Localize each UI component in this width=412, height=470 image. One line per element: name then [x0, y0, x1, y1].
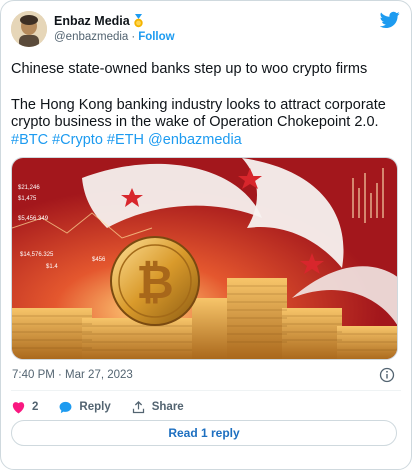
tweet-headline: Chinese state-owned banks step up to woo… — [11, 61, 368, 77]
hong-kong-flag-bitcoin-image: $21,246 $1,475 $5,456.349 $14,576.325 $1… — [12, 158, 397, 359]
separator: · — [131, 31, 136, 43]
author-name[interactable]: Enbaz Media — [54, 14, 130, 28]
tweet-timestamp[interactable]: 7:40 PM · Mar 27, 2023 — [12, 369, 133, 381]
share-label: Share — [151, 401, 184, 413]
hashtag-crypto[interactable]: #Crypto — [52, 132, 103, 148]
tweet-description: The Hong Kong banking industry looks to … — [11, 97, 403, 150]
price-label-6: $456 — [92, 257, 106, 263]
twitter-bird-icon[interactable] — [380, 11, 400, 29]
read-replies-button[interactable]: Read 1 reply — [11, 420, 397, 446]
reply-label: Reply — [79, 401, 111, 413]
like-button[interactable]: 2 — [11, 400, 38, 415]
price-label-2: $1,475 — [18, 196, 37, 202]
tweet-body: Chinese state-owned banks step up to woo… — [11, 61, 403, 149]
tweet-image[interactable]: $21,246 $1,475 $5,456.349 $14,576.325 $1… — [11, 157, 398, 360]
follow-button[interactable]: Follow — [138, 31, 174, 43]
medal-icon — [134, 14, 143, 28]
mention-enbazmedia[interactable]: @enbazmedia — [148, 132, 242, 148]
tweet-description-text: The Hong Kong banking industry looks to … — [11, 96, 386, 131]
reply-button[interactable]: Reply — [58, 400, 111, 415]
price-label-1: $21,246 — [18, 185, 40, 191]
action-bar: 2 Reply Share — [11, 397, 204, 417]
price-label-3: $5,456.349 — [18, 216, 49, 222]
tweet-card: Enbaz Media @enbazmedia · Follow Chinese s… — [0, 0, 412, 470]
bitcoin-coin: ₿ — [110, 236, 200, 326]
author-handle[interactable]: @enbazmedia — [54, 31, 128, 43]
author-handle-row: @enbazmedia · Follow — [54, 31, 175, 43]
reply-bubble-icon — [59, 401, 72, 413]
divider — [11, 390, 401, 391]
hashtag-eth[interactable]: #ETH — [107, 132, 144, 148]
price-label-5: $1.4 — [46, 264, 58, 270]
avatar-image — [11, 11, 47, 47]
svg-text:₿: ₿ — [136, 255, 174, 309]
info-icon[interactable] — [379, 367, 395, 383]
like-count: 2 — [32, 401, 39, 413]
hashtag-btc[interactable]: #BTC — [11, 132, 48, 148]
tweet-header: Enbaz Media @enbazmedia · Follow — [11, 11, 401, 53]
share-icon — [132, 400, 144, 413]
price-label-4: $14,576.325 — [20, 252, 54, 258]
avatar[interactable] — [11, 11, 47, 47]
author-name-row[interactable]: Enbaz Media — [54, 14, 145, 28]
heart-icon — [12, 401, 25, 413]
share-button[interactable]: Share — [131, 400, 184, 415]
